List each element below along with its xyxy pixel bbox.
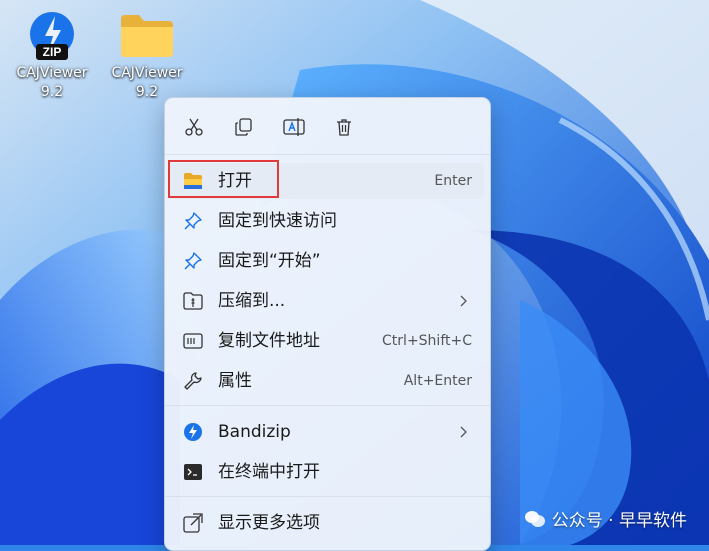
copy-button[interactable]: [229, 112, 259, 142]
chevron-right-icon: [460, 426, 467, 438]
desktop-icon-label: CAJViewer 9.2: [16, 65, 88, 100]
menu-item-open-in-terminal[interactable]: 在终端中打开: [169, 454, 484, 490]
rename-icon: [283, 118, 305, 136]
menu-item-bandizip[interactable]: Bandizip: [169, 414, 484, 450]
zip-badge: ZIP: [43, 45, 62, 59]
pin-icon: [183, 211, 203, 231]
menu-item-properties[interactable]: 属性 Alt+Enter: [169, 363, 484, 399]
menu-item-label: 属性: [218, 371, 252, 391]
separator: [165, 496, 490, 497]
copy-icon: [235, 118, 252, 136]
pin-icon: [183, 251, 203, 271]
menu-item-label: 压缩到...: [218, 291, 286, 311]
highlight-box: [168, 160, 279, 198]
menu-item-label: 在终端中打开: [218, 462, 320, 482]
context-menu-toolbar: [165, 98, 490, 154]
compress-icon: [183, 291, 203, 311]
folder-icon: [102, 8, 192, 64]
menu-item-pin-quick-access[interactable]: 固定到快速访问: [169, 203, 484, 239]
rename-button[interactable]: [279, 112, 309, 142]
menu-item-shortcut: Enter: [434, 173, 472, 189]
separator: [165, 405, 490, 406]
delete-button[interactable]: [329, 112, 359, 142]
copy-path-icon: [183, 331, 203, 351]
wrench-icon: [183, 371, 203, 391]
more-options-icon: [183, 513, 203, 533]
zip-archive-icon: ZIP: [7, 8, 97, 64]
separator: [165, 154, 490, 155]
scissors-icon: [185, 118, 203, 136]
desktop-icon-zip[interactable]: ZIP CAJViewer 9.2: [7, 8, 97, 102]
wechat-icon: [524, 510, 545, 527]
menu-item-show-more-options[interactable]: 显示更多选项: [169, 505, 484, 541]
bandizip-icon: [183, 422, 203, 442]
menu-item-pin-start[interactable]: 固定到“开始”: [169, 243, 484, 279]
chevron-right-icon: [460, 295, 467, 307]
desktop-icon-folder[interactable]: CAJViewer 9.2: [102, 8, 192, 102]
menu-item-shortcut: Alt+Enter: [403, 373, 472, 389]
menu-item-shortcut: Ctrl+Shift+C: [382, 333, 472, 349]
menu-item-compress-to[interactable]: 压缩到...: [169, 283, 484, 319]
menu-item-label: 固定到“开始”: [218, 251, 321, 271]
cut-button[interactable]: [179, 112, 209, 142]
trash-icon: [337, 119, 351, 136]
menu-item-label: 固定到快速访问: [218, 211, 337, 231]
terminal-icon: [183, 462, 203, 482]
menu-item-copy-path[interactable]: 复制文件地址 Ctrl+Shift+C: [169, 323, 484, 359]
menu-item-label: 显示更多选项: [218, 513, 320, 533]
watermark-text: 公众号 · 早早软件: [551, 511, 687, 531]
menu-item-label: Bandizip: [218, 422, 291, 442]
watermark: 公众号 · 早早软件: [524, 506, 687, 531]
menu-item-label: 复制文件地址: [218, 331, 320, 351]
